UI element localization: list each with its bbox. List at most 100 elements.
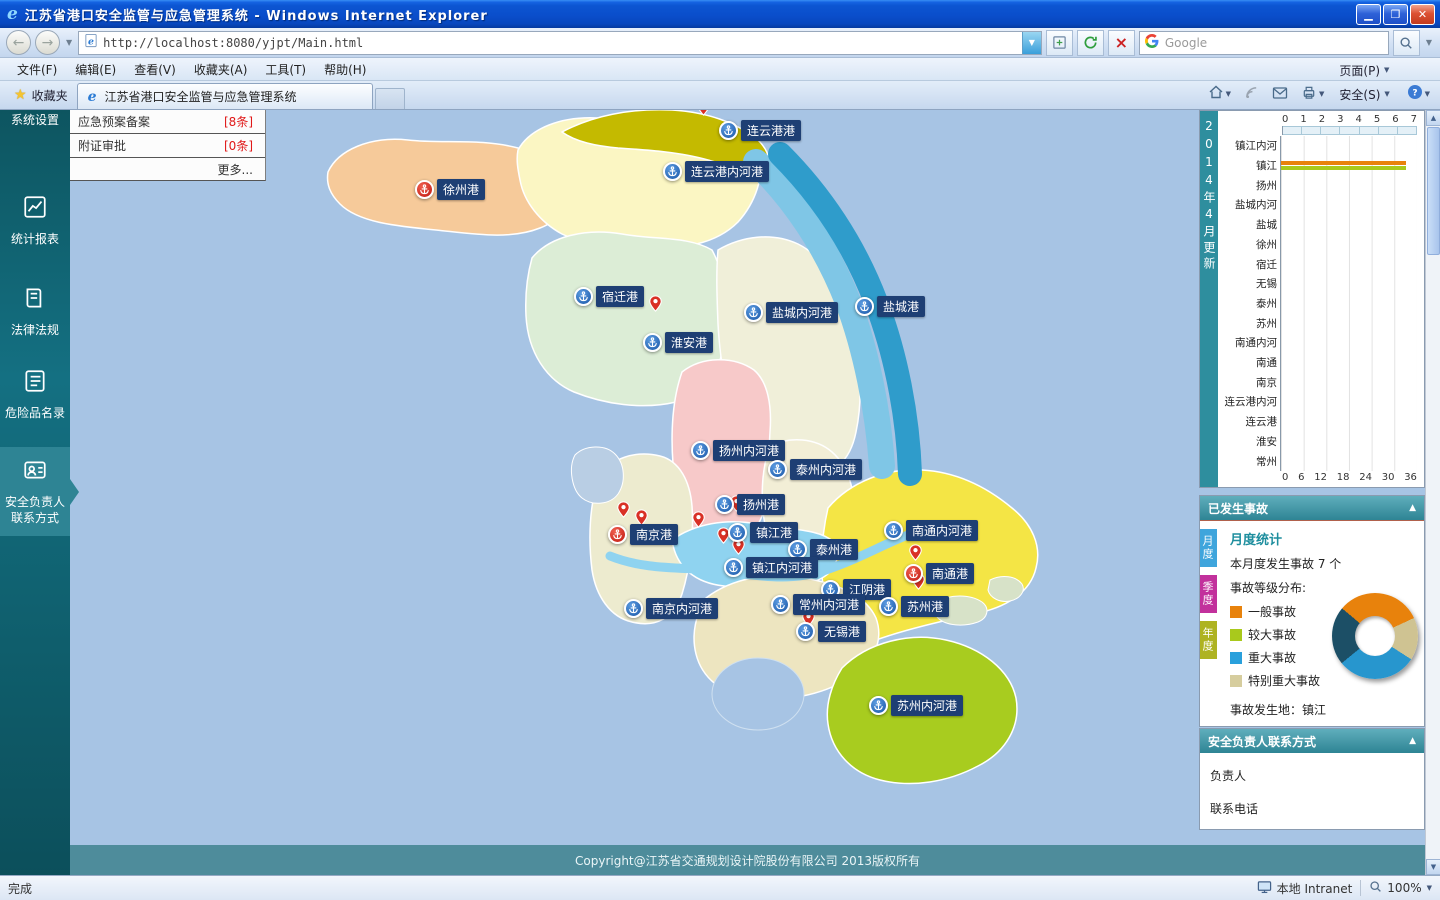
vertical-scrollbar[interactable]: ▲ ▼ [1425, 110, 1440, 875]
tabs-bar: ★ 收藏夹 e 江苏省港口安全监管与应急管理系统 ▼ ▼ 页面(P) ▼ 安全(S)… [0, 64, 1440, 126]
port-marker-徐州港[interactable]: 徐州港 [415, 179, 486, 200]
zoom-control[interactable]: 100% ▼ [1369, 880, 1432, 896]
legend-item: 一般事故 [1230, 603, 1340, 620]
port-marker-扬州港[interactable]: 扬州港 [715, 494, 786, 515]
incident-pin-icon[interactable] [907, 544, 924, 565]
address-field[interactable]: e http://localhost:8080/yjpt/Main.html ▼ [78, 30, 1042, 55]
port-marker-盐城港[interactable]: 盐城港 [855, 296, 926, 317]
chart-row: 南通 [1218, 352, 1417, 373]
collapse-icon[interactable]: ▲ [1409, 736, 1416, 746]
port-marker-南通港[interactable]: 南通港 [904, 563, 975, 584]
incident-pin-icon[interactable] [690, 511, 707, 532]
menu-item[interactable]: 帮助(H) [315, 58, 375, 81]
search-input[interactable]: Google [1138, 30, 1389, 55]
anchor-icon [744, 303, 763, 322]
contact-header[interactable]: 安全负责人联系方式 ▲ [1200, 729, 1424, 753]
stop-button[interactable]: × [1107, 29, 1135, 56]
menu-item[interactable]: 收藏夹(A) [185, 58, 257, 81]
incident-pin-icon[interactable] [615, 501, 632, 522]
port-marker-苏州港[interactable]: 苏州港 [879, 596, 950, 617]
port-marker-南京港[interactable]: 南京港 [608, 524, 679, 545]
chart-category-label: 南通内河 [1235, 337, 1277, 350]
port-marker-盐城内河港[interactable]: 盐城内河港 [744, 302, 839, 323]
forward-button[interactable]: → [35, 30, 60, 55]
map-area[interactable]: 连云港港连云港内河港徐州港宿迁港淮安港 盐城内河港 盐城港扬州内河港 泰州内河港扬州港… [70, 110, 1425, 875]
port-marker-宿迁港[interactable]: 宿迁港 [574, 286, 645, 307]
scroll-up-button[interactable]: ▲ [1426, 110, 1440, 126]
quick-panel-row[interactable]: 应急预案备案 [8条] [70, 110, 265, 134]
rss-icon [1244, 85, 1259, 104]
more-link[interactable]: 更多... [70, 158, 265, 180]
ie-logo-icon: e [7, 3, 18, 24]
toolbar-button[interactable]: 页面(P) ▼ [1332, 58, 1398, 82]
sidebar-item[interactable]: 安全负责人 联系方式 [0, 447, 79, 536]
incident-pin-icon[interactable] [695, 110, 712, 120]
quick-row-count: [0条] [224, 139, 253, 153]
port-marker-连云港港[interactable]: 连云港港 [719, 120, 802, 141]
google-logo-icon [1144, 33, 1159, 52]
port-label: 南通内河港 [906, 520, 979, 541]
favorites-button[interactable]: ★ 收藏夹 [5, 83, 77, 107]
port-marker-南通内河港[interactable]: 南通内河港 [884, 520, 979, 541]
print-button[interactable]: ▼ [1296, 82, 1329, 106]
tab-main[interactable]: e 江苏省港口安全监管与应急管理系统 [76, 83, 373, 109]
feeds-button[interactable] [1239, 82, 1264, 106]
toolbar-button[interactable]: 安全(S) ▼ [1332, 82, 1398, 106]
scrollbar-thumb[interactable] [1427, 127, 1440, 255]
accident-tab-3[interactable]: 年度 [1200, 621, 1217, 659]
chart-row: 镇江 [1218, 155, 1417, 176]
chart-bar [1281, 166, 1406, 171]
menu-item[interactable]: 查看(V) [125, 58, 185, 81]
compatibility-button[interactable] [1045, 29, 1073, 56]
accidents-header[interactable]: 已发生事故 ▲ [1200, 496, 1424, 520]
copyright-text: Copyright@江苏省交通规划设计院股份有限公司 2013版权所有 [575, 853, 920, 868]
quick-panel-row[interactable]: 附证审批 [0条] [70, 134, 265, 158]
history-dropdown-icon[interactable]: ▼ [64, 38, 74, 47]
port-marker-无锡港[interactable]: 无锡港 [796, 621, 867, 642]
close-button[interactable]: ✕ [1410, 3, 1435, 25]
contact-field-label: 联系电话 [1210, 802, 1259, 816]
accident-tab-2[interactable]: 季度 [1200, 575, 1217, 613]
chart-row: 无锡 [1218, 273, 1417, 294]
port-label: 淮安港 [665, 332, 714, 353]
chart-bottom-axis: 0 6 12 18 24 30 36 [1282, 472, 1417, 483]
help-button[interactable]: ? ▼ [1402, 82, 1435, 106]
sidebar-item[interactable]: 系统设置 [0, 110, 70, 132]
maximize-button[interactable]: ❐ [1383, 3, 1408, 25]
chart-category-label: 苏州 [1256, 317, 1277, 330]
minimize-button[interactable]: ▁ [1356, 3, 1381, 25]
accident-tab-1[interactable]: 月度 [1200, 529, 1217, 567]
window-title: 江苏省港口安全监管与应急管理系统 - Windows Internet Expl… [24, 8, 488, 24]
refresh-button[interactable] [1076, 29, 1104, 56]
home-button[interactable]: ▼ [1203, 82, 1236, 106]
tab-title: 江苏省港口安全监管与应急管理系统 [104, 90, 297, 104]
port-marker-苏州内河港[interactable]: 苏州内河港 [869, 695, 964, 716]
incident-pin-icon[interactable] [647, 295, 664, 316]
chart-scale-cells [1282, 126, 1417, 135]
port-marker-常州内河港[interactable]: 常州内河港 [771, 594, 866, 615]
chart-row: 连云港 [1218, 411, 1417, 432]
port-marker-泰州内河港[interactable]: 泰州内河港 [768, 459, 863, 480]
chart-category-label: 淮安 [1256, 435, 1277, 448]
sidebar-item[interactable]: 危险品名录 [0, 358, 70, 431]
menu-item[interactable]: 工具(T) [256, 58, 315, 81]
port-marker-淮安港[interactable]: 淮安港 [643, 332, 714, 353]
menu-item[interactable]: 文件(F) [8, 58, 66, 81]
collapse-icon[interactable]: ▲ [1409, 503, 1416, 513]
anchor-icon [663, 162, 682, 181]
port-marker-连云港内河港[interactable]: 连云港内河港 [663, 161, 770, 182]
port-marker-镇江内河港[interactable]: 镇江内河港 [724, 557, 819, 578]
port-marker-南京内河港[interactable]: 南京内河港 [624, 598, 719, 619]
sidebar-item[interactable]: 统计报表 [0, 184, 70, 257]
mail-button[interactable] [1267, 82, 1293, 106]
new-tab-button[interactable] [374, 88, 405, 109]
scroll-down-button[interactable]: ▼ [1426, 859, 1440, 875]
port-marker-扬州内河港[interactable]: 扬州内河港 [691, 440, 786, 461]
port-label: 盐城港 [877, 296, 926, 317]
menu-item[interactable]: 编辑(E) [66, 58, 125, 81]
search-button[interactable] [1392, 29, 1420, 56]
address-dropdown-icon[interactable]: ▼ [1021, 31, 1041, 54]
search-dropdown-icon[interactable]: ▼ [1424, 38, 1434, 47]
sidebar-item[interactable]: 法律法规 [0, 275, 70, 348]
back-button[interactable]: ← [6, 30, 31, 55]
